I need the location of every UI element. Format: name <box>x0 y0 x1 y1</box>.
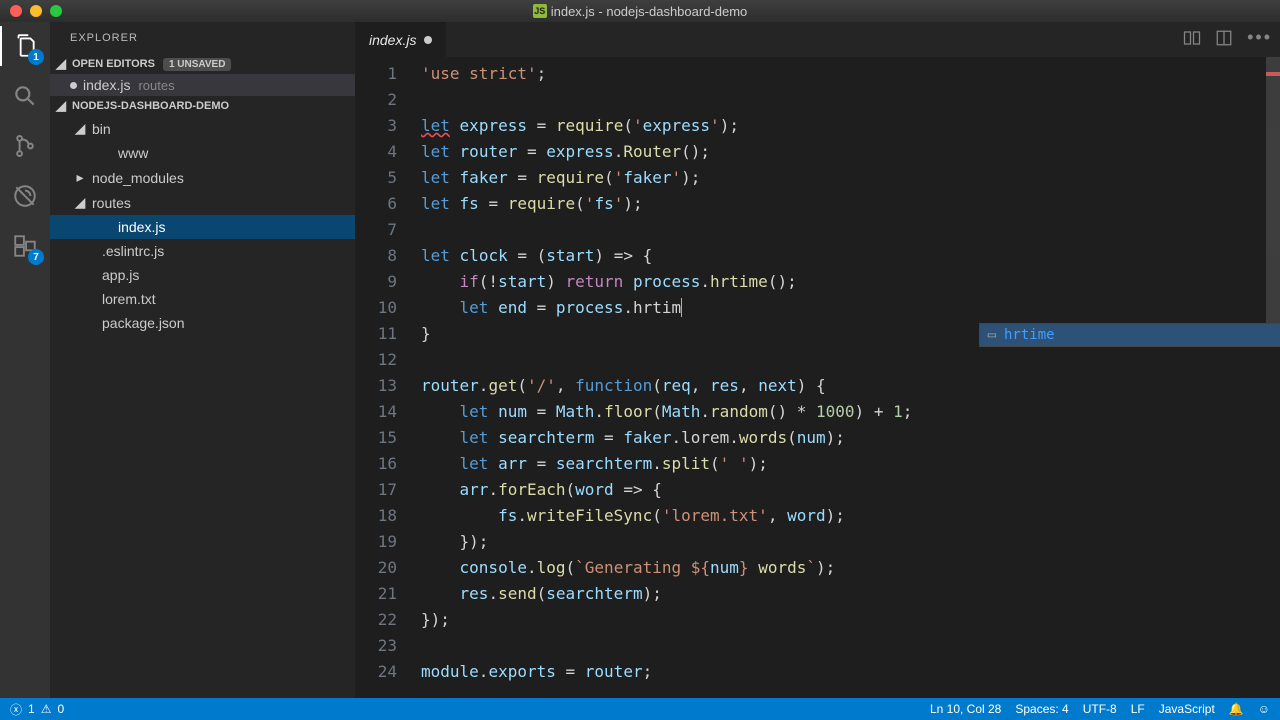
file-tree-item[interactable]: index.js <box>50 215 355 239</box>
file-tree-item[interactable]: app.js <box>50 263 355 287</box>
file-tree-label: routes <box>92 195 131 211</box>
unsaved-badge: 1 UNSAVED <box>163 58 232 71</box>
suggest-kind-icon: ▭ <box>980 322 1004 348</box>
sidebar-title: EXPLORER <box>50 22 355 54</box>
modified-dot-icon <box>70 82 77 89</box>
suggest-item-label: hrtime <box>1004 322 1055 348</box>
chevron-icon: ◢ <box>74 120 86 137</box>
editor-actions: ••• <box>1183 27 1272 48</box>
status-encoding[interactable]: UTF-8 <box>1083 702 1117 716</box>
file-tree-item[interactable]: .eslintrc.js <box>50 239 355 263</box>
editor-area: index.js ••• 123456789101112131415161718… <box>355 22 1280 698</box>
window-title: JS index.js - nodejs-dashboard-demo <box>0 4 1280 19</box>
extensions-icon[interactable]: 7 <box>9 230 41 262</box>
source-control-icon[interactable] <box>9 130 41 162</box>
scrollbar[interactable] <box>1266 57 1280 697</box>
file-tree-item[interactable]: package.json <box>50 311 355 335</box>
notifications-icon[interactable]: 🔔 <box>1229 702 1244 716</box>
chevron-down-icon: ◢ <box>54 56 68 72</box>
explorer-badge: 1 <box>28 49 44 65</box>
file-js-icon: JS <box>533 4 547 18</box>
feedback-icon[interactable]: ☺ <box>1258 702 1270 716</box>
file-tree-label: lorem.txt <box>102 291 156 307</box>
status-spaces[interactable]: Spaces: 4 <box>1015 702 1068 716</box>
file-tree-item[interactable]: ◢ bin <box>50 116 355 141</box>
status-eol[interactable]: LF <box>1131 702 1145 716</box>
file-tree-item[interactable]: ◢ routes <box>50 190 355 215</box>
search-icon[interactable] <box>9 80 41 112</box>
chevron-down-icon: ◢ <box>54 98 68 114</box>
extensions-badge: 7 <box>28 249 44 265</box>
file-tree-label: www <box>118 145 148 161</box>
status-language[interactable]: JavaScript <box>1159 702 1215 716</box>
warnings-icon[interactable]: ⚠ <box>41 702 52 716</box>
more-icon[interactable]: ••• <box>1247 27 1272 48</box>
file-tree-item[interactable]: lorem.txt <box>50 287 355 311</box>
scrollbar-thumb[interactable] <box>1266 57 1280 337</box>
split-editor-icon[interactable] <box>1215 29 1233 47</box>
activity-bar: 1 7 <box>0 22 50 698</box>
open-editor-item[interactable]: index.js routes <box>50 74 355 96</box>
open-editors-header[interactable]: ◢ OPEN EDITORS 1 UNSAVED <box>50 54 355 74</box>
debug-icon[interactable] <box>9 180 41 212</box>
file-tree-item[interactable]: ▸ node_modules <box>50 165 355 190</box>
warnings-count[interactable]: 0 <box>57 702 64 716</box>
errors-count[interactable]: 1 <box>28 702 35 716</box>
line-number-gutter: 123456789101112131415161718192021222324 <box>355 57 421 698</box>
file-tree-item[interactable]: www <box>50 141 355 165</box>
status-bar: ⓧ 1 ⚠ 0 Ln 10, Col 28 Spaces: 4 UTF-8 LF J… <box>0 698 1280 720</box>
tab-index-js[interactable]: index.js <box>355 22 446 57</box>
chevron-icon: ▸ <box>74 169 86 186</box>
code-editor[interactable]: 123456789101112131415161718192021222324 … <box>355 57 1280 698</box>
suggest-widget[interactable]: ▭ hrtime <box>979 323 1280 347</box>
modified-dot-icon <box>424 36 432 44</box>
window-titlebar: JS index.js - nodejs-dashboard-demo <box>0 0 1280 22</box>
status-lncol[interactable]: Ln 10, Col 28 <box>930 702 1001 716</box>
file-tree-label: package.json <box>102 315 185 331</box>
editor-tabs: index.js <box>355 22 1280 57</box>
chevron-icon: ◢ <box>74 194 86 211</box>
file-tree-label: index.js <box>118 219 165 235</box>
code-content[interactable]: 'use strict';let express = require('expr… <box>421 57 1280 698</box>
errors-icon[interactable]: ⓧ <box>10 701 22 718</box>
file-tree-label: node_modules <box>92 170 184 186</box>
file-tree-label: .eslintrc.js <box>102 243 164 259</box>
sidebar: EXPLORER ◢ OPEN EDITORS 1 UNSAVED index.… <box>50 22 355 698</box>
file-tree-label: bin <box>92 121 111 137</box>
project-header[interactable]: ◢ NODEJS-DASHBOARD-DEMO <box>50 96 355 116</box>
explorer-icon[interactable]: 1 <box>9 30 41 62</box>
file-tree-label: app.js <box>102 267 139 283</box>
compare-icon[interactable] <box>1183 29 1201 47</box>
